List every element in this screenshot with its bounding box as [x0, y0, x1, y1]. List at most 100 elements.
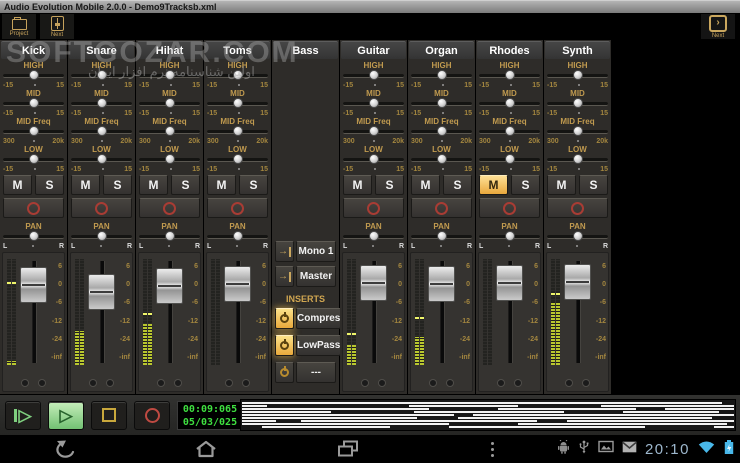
slider-thumb[interactable] — [573, 70, 583, 80]
fader-cap[interactable] — [88, 274, 115, 310]
play-button[interactable]: ▷ — [48, 401, 84, 430]
record-arm-button[interactable] — [343, 198, 404, 218]
eq-slider-mid[interactable] — [343, 98, 404, 109]
slider-thumb[interactable] — [573, 126, 583, 136]
project-button[interactable]: Project — [2, 14, 36, 39]
eq-slider-low[interactable] — [343, 154, 404, 165]
slider-thumb[interactable] — [97, 154, 107, 164]
eq-slider-high[interactable] — [411, 70, 472, 81]
arrangement-overview[interactable] — [240, 399, 736, 431]
slider-thumb[interactable] — [369, 126, 379, 136]
route-icon-button[interactable]: → — [275, 241, 294, 262]
slider-thumb[interactable] — [437, 126, 447, 136]
slider-thumb[interactable] — [165, 126, 175, 136]
record-arm-button[interactable] — [207, 198, 268, 218]
eq-slider-high[interactable] — [207, 70, 268, 81]
mute-button[interactable]: M — [547, 175, 576, 195]
eq-slider-mid-freq[interactable] — [479, 126, 540, 137]
menu-button[interactable] — [478, 440, 506, 458]
fader-cap[interactable] — [224, 266, 251, 302]
record-arm-button[interactable] — [139, 198, 200, 218]
route-button[interactable]: Master — [296, 266, 336, 287]
mute-button[interactable]: M — [343, 175, 372, 195]
slider-thumb[interactable] — [437, 98, 447, 108]
eq-slider-mid-freq[interactable] — [71, 126, 132, 137]
solo-button[interactable]: S — [35, 175, 64, 195]
eq-slider-mid-freq[interactable] — [343, 126, 404, 137]
slider-thumb[interactable] — [233, 126, 243, 136]
recents-button[interactable] — [334, 440, 362, 458]
channel-tab-synth[interactable]: Synth — [545, 41, 610, 59]
eq-slider-mid[interactable] — [547, 98, 608, 109]
insert-power-button-empty[interactable] — [275, 362, 294, 383]
solo-button[interactable]: S — [239, 175, 268, 195]
back-button[interactable] — [52, 440, 80, 458]
eq-slider-mid[interactable] — [411, 98, 472, 109]
eq-slider-low[interactable] — [479, 154, 540, 165]
slider-thumb[interactable] — [29, 154, 39, 164]
pan-slider[interactable] — [207, 231, 268, 242]
pan-thumb[interactable] — [97, 231, 107, 241]
insert-button-empty[interactable]: --- — [296, 362, 336, 383]
pan-slider[interactable] — [343, 231, 404, 242]
slider-thumb[interactable] — [233, 98, 243, 108]
home-button[interactable] — [192, 440, 220, 458]
mixer-view-next-button[interactable]: Next — [40, 14, 74, 39]
eq-slider-mid[interactable] — [139, 98, 200, 109]
eq-slider-mid[interactable] — [207, 98, 268, 109]
eq-slider-mid-freq[interactable] — [207, 126, 268, 137]
mute-button[interactable]: M — [479, 175, 508, 195]
pan-thumb[interactable] — [165, 231, 175, 241]
slider-thumb[interactable] — [505, 126, 515, 136]
pan-slider[interactable] — [547, 231, 608, 242]
eq-slider-low[interactable] — [3, 154, 64, 165]
eq-slider-high[interactable] — [71, 70, 132, 81]
mute-button[interactable]: M — [411, 175, 440, 195]
slider-thumb[interactable] — [165, 154, 175, 164]
eq-slider-mid-freq[interactable] — [547, 126, 608, 137]
eq-slider-mid-freq[interactable] — [139, 126, 200, 137]
mute-button[interactable]: M — [207, 175, 236, 195]
insert-power-button-lowpass[interactable] — [275, 335, 294, 356]
next-page-button[interactable]: › Next — [701, 14, 735, 39]
slider-thumb[interactable] — [369, 154, 379, 164]
fader-cap[interactable] — [496, 265, 523, 301]
slider-thumb[interactable] — [437, 154, 447, 164]
pan-thumb[interactable] — [369, 231, 379, 241]
route-button[interactable]: Mono 1 — [296, 241, 336, 262]
insert-power-button-compres[interactable] — [275, 308, 294, 329]
pan-slider[interactable] — [479, 231, 540, 242]
mute-button[interactable]: M — [139, 175, 168, 195]
record-arm-button[interactable] — [479, 198, 540, 218]
solo-button[interactable]: S — [103, 175, 132, 195]
record-arm-button[interactable] — [71, 198, 132, 218]
mute-button[interactable]: M — [3, 175, 32, 195]
fader-cap[interactable] — [20, 267, 47, 303]
pan-slider[interactable] — [139, 231, 200, 242]
channel-tab-hihat[interactable]: Hihat — [137, 41, 202, 59]
eq-slider-low[interactable] — [71, 154, 132, 165]
record-arm-button[interactable] — [3, 198, 64, 218]
stop-button[interactable] — [91, 401, 127, 430]
pan-thumb[interactable] — [29, 231, 39, 241]
slider-thumb[interactable] — [165, 70, 175, 80]
fader-cap[interactable] — [428, 266, 455, 302]
slider-thumb[interactable] — [505, 154, 515, 164]
slider-thumb[interactable] — [29, 98, 39, 108]
eq-slider-low[interactable] — [411, 154, 472, 165]
eq-slider-low[interactable] — [139, 154, 200, 165]
eq-slider-high[interactable] — [139, 70, 200, 81]
channel-tab-snare[interactable]: Snare — [69, 41, 134, 59]
eq-slider-mid[interactable] — [3, 98, 64, 109]
slider-thumb[interactable] — [29, 70, 39, 80]
pan-slider[interactable] — [71, 231, 132, 242]
pan-slider[interactable] — [411, 231, 472, 242]
slider-thumb[interactable] — [97, 70, 107, 80]
eq-slider-high[interactable] — [3, 70, 64, 81]
eq-slider-high[interactable] — [479, 70, 540, 81]
fader-cap[interactable] — [564, 264, 591, 300]
pan-thumb[interactable] — [233, 231, 243, 241]
slider-thumb[interactable] — [29, 126, 39, 136]
solo-button[interactable]: S — [511, 175, 540, 195]
eq-slider-mid[interactable] — [71, 98, 132, 109]
